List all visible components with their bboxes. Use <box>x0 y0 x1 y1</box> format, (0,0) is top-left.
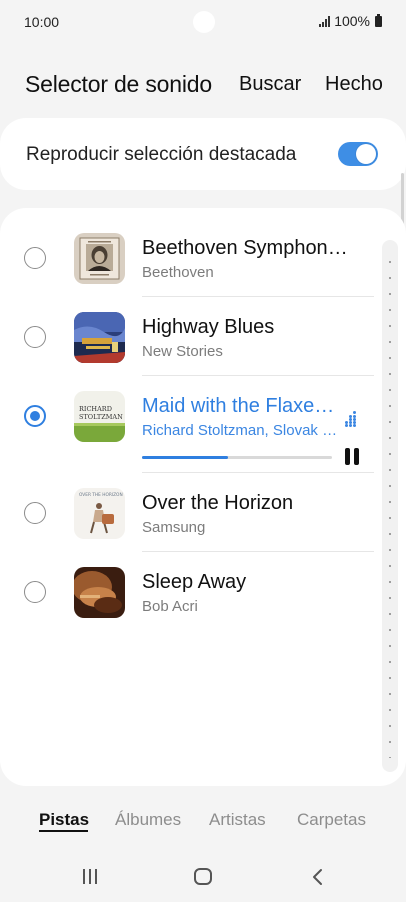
pause-button[interactable] <box>343 447 361 467</box>
richard-stoltzman-album-art: RICHARD STOLTZMAN <box>74 391 125 442</box>
track-title: Over the Horizon <box>142 492 294 514</box>
track-radio[interactable] <box>24 247 46 269</box>
system-navigation-bar <box>0 850 406 902</box>
track-radio[interactable] <box>24 581 46 603</box>
tab-tracks[interactable]: Pistas <box>39 810 89 830</box>
toggle-knob <box>356 144 376 164</box>
highway-blues-album-art <box>74 312 125 363</box>
done-button[interactable]: Hecho <box>325 73 383 96</box>
track-title: Highway Blues <box>142 316 275 338</box>
divider <box>142 296 374 297</box>
tab-folders[interactable]: Carpetas <box>297 810 366 830</box>
track-radio[interactable] <box>24 502 46 524</box>
back-icon[interactable] <box>308 866 332 888</box>
battery-percent: 100% <box>334 13 370 29</box>
playing-equalizer-icon <box>345 411 359 427</box>
track-artist: New Stories <box>142 343 223 360</box>
divider <box>142 551 374 552</box>
track-title: Maid with the Flaxen Hair <box>142 395 337 417</box>
battery-icon <box>375 13 382 27</box>
list-scrollbar[interactable] <box>382 240 398 772</box>
playback-progress-bar[interactable] <box>142 456 332 459</box>
art-text-line-1: RICHARD <box>79 405 112 413</box>
playback-progress-fill <box>142 456 228 459</box>
track-title: Sleep Away <box>142 571 247 593</box>
scrollbar-dots <box>389 254 391 758</box>
divider <box>142 375 374 376</box>
camera-cutout <box>193 11 215 33</box>
recent-apps-icon[interactable] <box>80 866 104 888</box>
sleep-away-album-art <box>74 567 125 618</box>
track-title: Beethoven Symphony No. 9 (Scherzo) <box>142 237 357 259</box>
track-radio-selected[interactable] <box>24 405 46 427</box>
track-artist: Samsung <box>142 519 206 536</box>
active-tab-indicator <box>39 830 88 832</box>
category-tabs: Pistas Álbumes Artistas Carpetas <box>0 800 406 840</box>
beethoven-album-art <box>74 233 125 284</box>
search-button[interactable]: Buscar <box>239 73 301 96</box>
tab-albums[interactable]: Álbumes <box>115 810 181 830</box>
highlight-label: Reproducir selección destacada <box>26 144 297 165</box>
status-bar: 10:00 100% <box>0 0 406 44</box>
art-text: OVER THE HORIZON <box>79 492 123 498</box>
divider <box>142 472 374 473</box>
page-title: Selector de sonido <box>25 71 212 97</box>
status-time: 10:00 <box>24 14 60 30</box>
signal-icon <box>319 15 331 27</box>
status-indicators: 100% <box>319 13 382 29</box>
app-header: Selector de sonido Buscar Hecho <box>0 62 406 108</box>
over-the-horizon-album-art: OVER THE HORIZON <box>74 488 125 539</box>
track-radio[interactable] <box>24 326 46 348</box>
home-icon[interactable] <box>194 868 212 885</box>
track-artist: Beethoven <box>142 264 214 281</box>
track-artist: Richard Stoltzman, Slovak Radio Symphony… <box>142 422 342 439</box>
tab-artists[interactable]: Artistas <box>209 810 266 830</box>
highlight-toggle[interactable] <box>338 142 378 166</box>
track-artist: Bob Acri <box>142 598 198 615</box>
art-text-line-2: STOLTZMAN <box>79 413 123 421</box>
